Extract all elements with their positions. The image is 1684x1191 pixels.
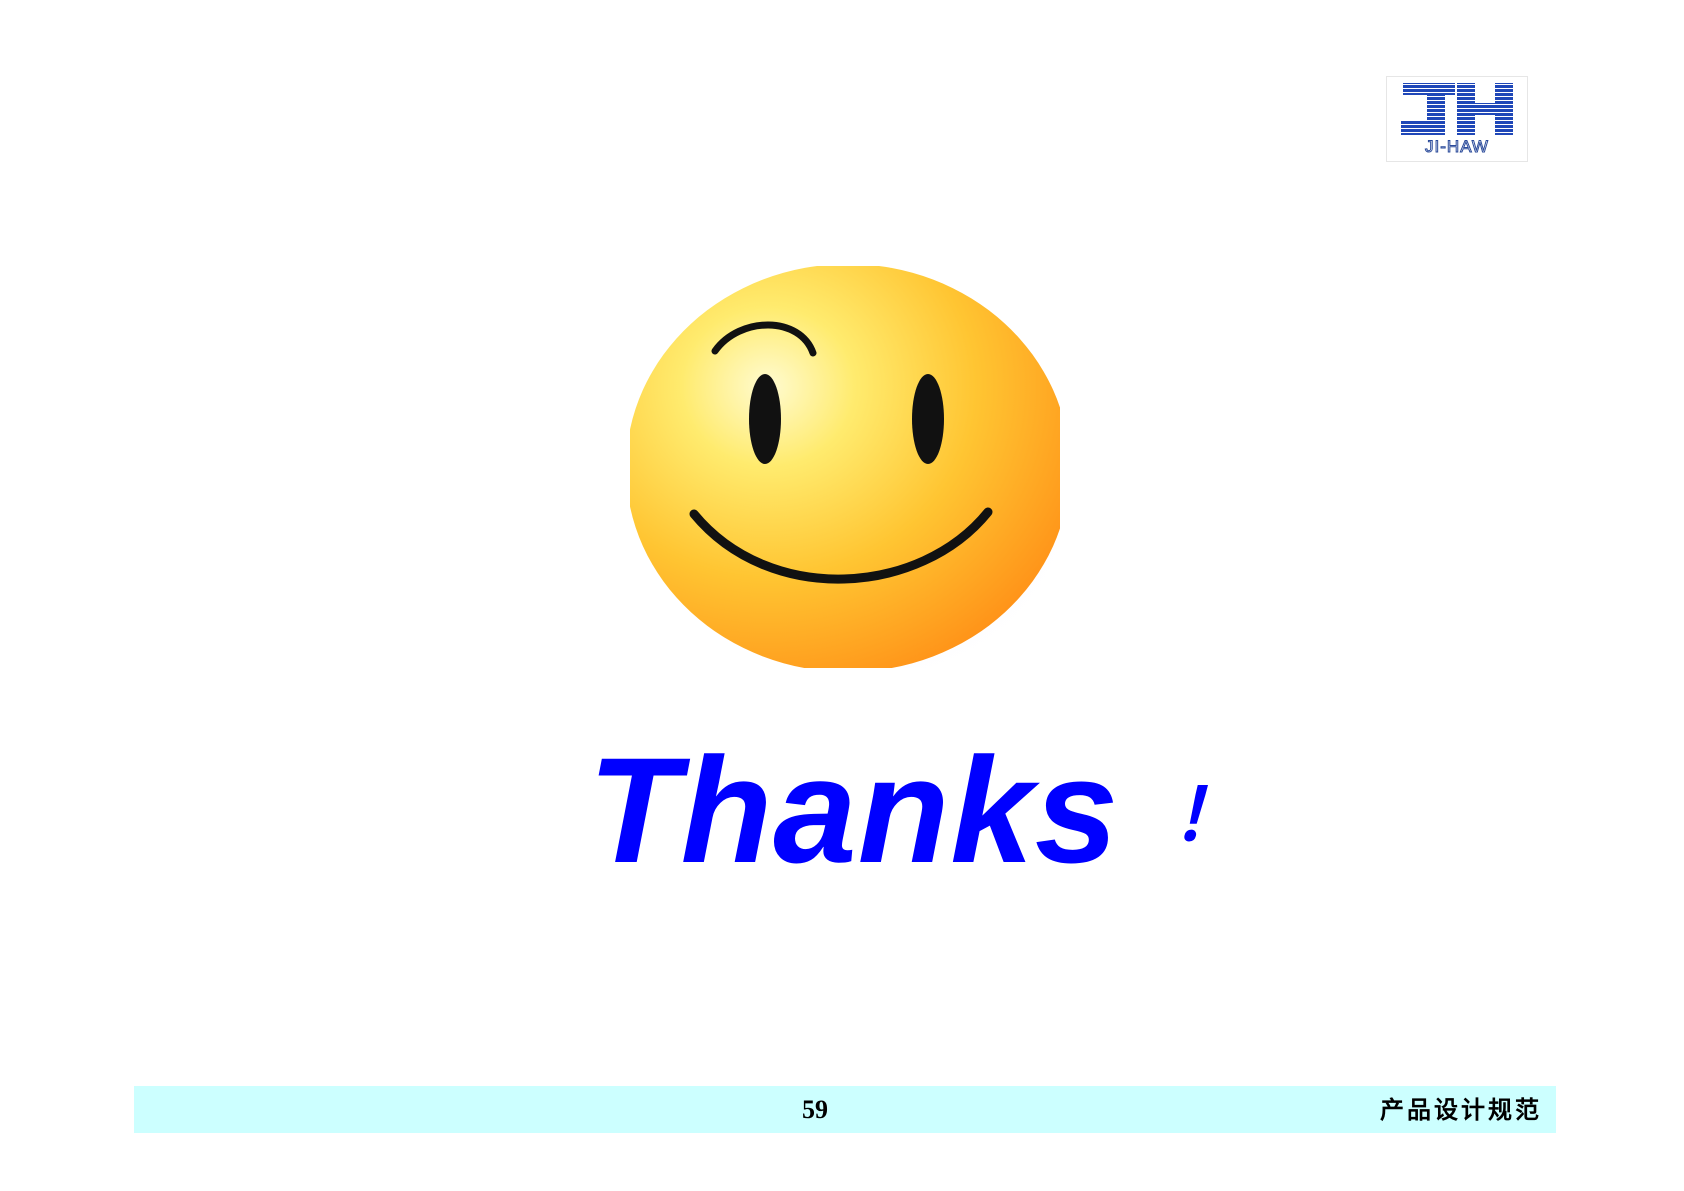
footer-bar: 59 产品设计规范 [134,1086,1556,1133]
thanks-text: Thanks [588,726,1120,894]
smiley-face-icon [630,266,1060,668]
smiley-illustration [630,266,1060,668]
document-title: 产品设计规范 [1380,1095,1542,1124]
company-logo: JI-HAW [1386,76,1528,162]
logo-wordmark: JI-HAW [1425,137,1489,156]
thanks-headline: Thanks ！ [588,725,1308,895]
exclamation-mark: ！ [1171,776,1244,856]
page-number: 59 [802,1095,828,1124]
slide: JI-HAW Thanks ！ 59 产品设计规范 [0,0,1684,1191]
